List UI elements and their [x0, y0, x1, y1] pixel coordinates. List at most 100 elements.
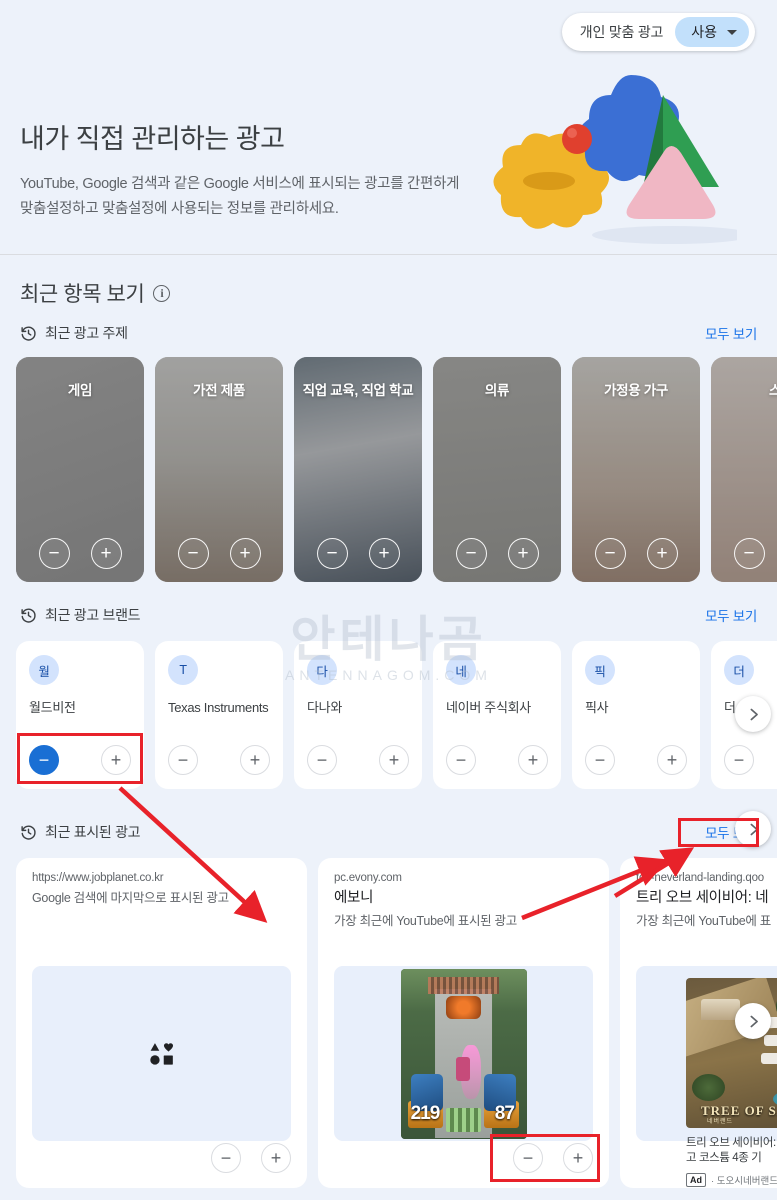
- shapes-placeholder-icon: [149, 1042, 173, 1065]
- ad-thumb-left-number: 219: [410, 1102, 441, 1124]
- ad-thumb-right-number: 87: [494, 1102, 515, 1124]
- hero-section: 내가 직접 관리하는 광고 YouTube, Google 검색과 같은 Goo…: [0, 62, 777, 254]
- ad-title: 에보니: [334, 890, 374, 906]
- topic-card-label: 의류: [484, 383, 510, 398]
- ad-url[interactable]: pc.evony.com: [334, 872, 593, 884]
- topics-row-header: 최근 광고 주제 모두 보기: [20, 323, 757, 343]
- ad-dislike-button[interactable]: −: [513, 1143, 543, 1173]
- history-icon: [21, 608, 36, 623]
- brand-card[interactable]: 다 다나와 − +: [294, 641, 422, 789]
- ad-preview-banner[interactable]: TREE OF SAVIOR네버랜드트리 오브 세이비어: 네버 네기네고 코스…: [636, 966, 777, 1187]
- brand-avatar: T: [168, 655, 198, 685]
- topic-like-button[interactable]: +: [646, 538, 678, 569]
- page-description: YouTube, Google 검색과 같은 Google 서비스에 표시되는 …: [20, 176, 460, 217]
- topic-card[interactable]: 직업 교육, 직업 학교 − +: [294, 357, 422, 582]
- brand-card[interactable]: 픽 픽사 − +: [572, 641, 700, 789]
- hero-divider: [0, 254, 777, 255]
- topics-next-arrow[interactable]: [735, 811, 771, 847]
- topic-dislike-button[interactable]: −: [455, 538, 487, 569]
- history-icon: [21, 825, 36, 840]
- topic-dislike-button[interactable]: −: [594, 538, 626, 569]
- personalized-ads-toggle[interactable]: 개인 맞춤 광고 사용: [561, 13, 755, 51]
- ad-advertiser: · 도오시네버랜드: [711, 1176, 777, 1187]
- brand-dislike-button[interactable]: −: [585, 745, 615, 775]
- brand-card[interactable]: T Texas Instruments − +: [155, 641, 283, 789]
- personalized-ads-state-chip[interactable]: 사용: [675, 17, 749, 47]
- topic-card[interactable]: 가정용 가구 − +: [572, 357, 700, 582]
- brand-dislike-button[interactable]: −: [724, 745, 754, 775]
- brand-card-actions: −+: [446, 745, 548, 775]
- topic-card-label: 게임: [67, 383, 93, 398]
- ad-like-button[interactable]: +: [563, 1143, 593, 1173]
- ad-title: 트리 오브 세이비어: 네: [636, 890, 769, 906]
- ad-subtitle: Google 검색에 마지막으로 표시된 광고: [32, 891, 229, 905]
- brands-row-label: 최근 광고 브랜드: [45, 607, 141, 623]
- ad-banner-logo-sub: 네버랜드: [707, 1119, 734, 1125]
- brand-card-actions: −+: [307, 745, 409, 775]
- brand-dislike-button[interactable]: −: [446, 745, 476, 775]
- topic-card-label: 가전 제품: [193, 383, 245, 398]
- brand-dislike-button[interactable]: −: [168, 745, 198, 775]
- topic-like-button[interactable]: +: [507, 538, 539, 569]
- topic-card-actions: −+: [294, 538, 422, 569]
- recent-ad-card[interactable]: https://www.jobplanet.co.kr Google 검색에 마지…: [16, 858, 307, 1188]
- brand-like-button[interactable]: +: [657, 745, 687, 775]
- topic-card[interactable]: 게임 − +: [16, 357, 144, 582]
- ad-url[interactable]: https://www.jobplanet.co.kr: [32, 872, 291, 884]
- brand-like-button[interactable]: +: [379, 745, 409, 775]
- hero-illustration: [493, 75, 737, 244]
- brand-dislike-button[interactable]: −: [29, 745, 59, 775]
- brands-next-arrow[interactable]: [735, 696, 771, 732]
- brands-row-header: 최근 광고 브랜드 모두 보기: [20, 605, 757, 625]
- topic-like-button[interactable]: +: [368, 538, 400, 569]
- ads-next-arrow[interactable]: [735, 1003, 771, 1039]
- top-bar: 개인 맞춤 광고 사용: [0, 0, 777, 62]
- recent-ads-carousel[interactable]: https://www.jobplanet.co.kr Google 검색에 마지…: [0, 858, 777, 1200]
- brand-card[interactable]: 네 네이버 주식회사 − +: [433, 641, 561, 789]
- ad-topics-carousel[interactable]: 게임−+가전 제품−+직업 교육, 직업 학교−+의류−+가정용 가구−+스−+: [0, 357, 777, 847]
- ad-url[interactable]: tos-neverland-landing.qoo: [636, 872, 777, 884]
- recent-items-heading: 최근 항목 보기 i: [20, 278, 171, 308]
- history-icon: [21, 326, 36, 341]
- topics-row-label: 최근 광고 주제: [45, 325, 128, 341]
- brand-card-actions: −+: [168, 745, 270, 775]
- topic-card-actions: −+: [16, 538, 144, 569]
- brand-like-button[interactable]: +: [240, 745, 270, 775]
- brand-card[interactable]: 월 월드비전 − +: [16, 641, 144, 789]
- brand-avatar: 더: [724, 655, 754, 685]
- topic-card[interactable]: 스 −+: [711, 357, 777, 582]
- topic-dislike-button[interactable]: −: [177, 538, 209, 569]
- brand-like-button[interactable]: +: [518, 745, 548, 775]
- topic-dislike-button[interactable]: −: [733, 538, 765, 569]
- brand-card-actions: −+: [585, 745, 687, 775]
- brand-dislike-button[interactable]: −: [307, 745, 337, 775]
- topic-like-button[interactable]: +: [90, 538, 122, 569]
- personalized-ads-state-value: 사용: [691, 24, 717, 40]
- ads-row-label: 최근 표시된 광고: [45, 824, 141, 840]
- ad-dislike-button[interactable]: −: [211, 1143, 241, 1173]
- topics-see-all-link[interactable]: 모두 보기: [705, 323, 757, 343]
- brand-name: 네이버 주식회사: [446, 700, 531, 715]
- ad-like-button[interactable]: +: [261, 1143, 291, 1173]
- ad-video-thumbnail: 219 87: [400, 968, 527, 1139]
- page-title: 내가 직접 관리하는 광고: [20, 124, 285, 154]
- ad-banner-caption: 트리 오브 세이비어: 네버 네기네고 코스튬 4종 기: [686, 1137, 777, 1164]
- topic-dislike-button[interactable]: −: [316, 538, 348, 569]
- topic-card[interactable]: 가전 제품 − +: [155, 357, 283, 582]
- ad-brands-carousel[interactable]: 월 월드비전 − + T Texas Instruments − + 다 다나와 − + 네 네이버 주식…: [0, 641, 777, 789]
- topic-dislike-button[interactable]: −: [38, 538, 70, 569]
- recent-ad-card[interactable]: pc.evony.com 에보니 가장 최근에 YouTube에 표시된 광고 219…: [318, 858, 609, 1188]
- topic-card-label: 스: [768, 383, 777, 398]
- ad-preview-video[interactable]: 219 87: [334, 966, 593, 1141]
- ads-row-header: 최근 표시된 광고 모두 보기: [20, 822, 757, 842]
- recent-items-title: 최근 항목 보기: [20, 283, 145, 306]
- brand-like-button[interactable]: +: [101, 745, 131, 775]
- topic-like-button[interactable]: +: [229, 538, 261, 569]
- topic-card-actions: −+: [433, 538, 561, 569]
- topic-card-actions: −+: [155, 538, 283, 569]
- ad-subtitle: 가장 최근에 YouTube에 표: [636, 914, 771, 928]
- brands-see-all-link[interactable]: 모두 보기: [705, 605, 757, 625]
- chevron-right-icon: [750, 708, 758, 720]
- topic-card[interactable]: 의류 − +: [433, 357, 561, 582]
- info-icon[interactable]: i: [153, 284, 171, 302]
